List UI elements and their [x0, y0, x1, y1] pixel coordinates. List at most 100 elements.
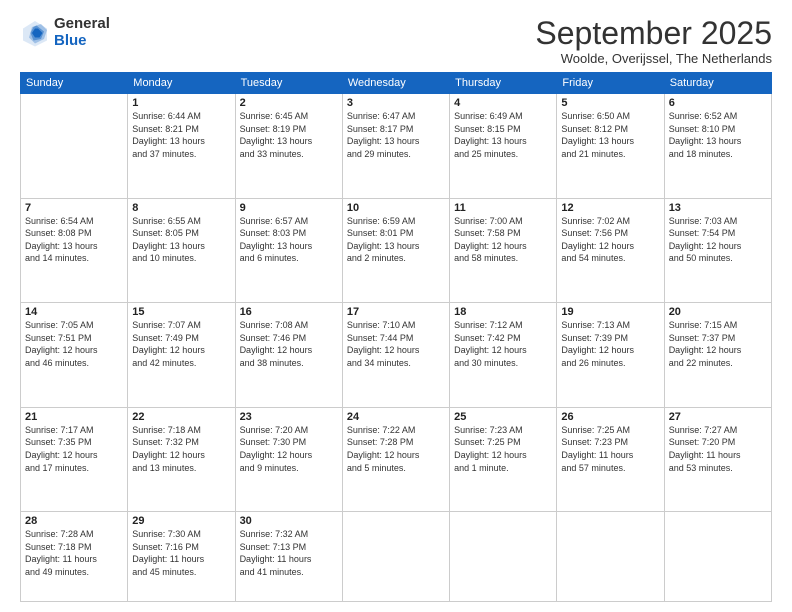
col-wednesday: Wednesday: [342, 73, 449, 94]
day-number: 3: [347, 97, 445, 109]
day-info: Sunrise: 7:30 AM Sunset: 7:16 PM Dayligh…: [132, 528, 230, 578]
day-number: 14: [25, 306, 123, 318]
table-row: 19Sunrise: 7:13 AM Sunset: 7:39 PM Dayli…: [557, 303, 664, 408]
table-row: 5Sunrise: 6:50 AM Sunset: 8:12 PM Daylig…: [557, 94, 664, 199]
day-info: Sunrise: 7:07 AM Sunset: 7:49 PM Dayligh…: [132, 319, 230, 369]
day-number: 26: [561, 411, 659, 423]
logo: General Blue: [20, 16, 110, 49]
table-row: 18Sunrise: 7:12 AM Sunset: 7:42 PM Dayli…: [450, 303, 557, 408]
day-info: Sunrise: 6:47 AM Sunset: 8:17 PM Dayligh…: [347, 110, 445, 160]
table-row: 11Sunrise: 7:00 AM Sunset: 7:58 PM Dayli…: [450, 198, 557, 303]
calendar-table: Sunday Monday Tuesday Wednesday Thursday…: [20, 72, 772, 602]
day-info: Sunrise: 7:10 AM Sunset: 7:44 PM Dayligh…: [347, 319, 445, 369]
table-row: 1Sunrise: 6:44 AM Sunset: 8:21 PM Daylig…: [128, 94, 235, 199]
table-row: 21Sunrise: 7:17 AM Sunset: 7:35 PM Dayli…: [21, 407, 128, 512]
day-number: 4: [454, 97, 552, 109]
table-row: 27Sunrise: 7:27 AM Sunset: 7:20 PM Dayli…: [664, 407, 771, 512]
day-info: Sunrise: 7:23 AM Sunset: 7:25 PM Dayligh…: [454, 424, 552, 474]
day-info: Sunrise: 7:25 AM Sunset: 7:23 PM Dayligh…: [561, 424, 659, 474]
table-row: [450, 512, 557, 602]
location-subtitle: Woolde, Overijssel, The Netherlands: [535, 51, 772, 66]
table-row: 22Sunrise: 7:18 AM Sunset: 7:32 PM Dayli…: [128, 407, 235, 512]
logo-blue-text: Blue: [54, 33, 110, 50]
logo-general-text: General: [54, 16, 110, 33]
table-row: 10Sunrise: 6:59 AM Sunset: 8:01 PM Dayli…: [342, 198, 449, 303]
day-number: 2: [240, 97, 338, 109]
col-monday: Monday: [128, 73, 235, 94]
day-number: 12: [561, 202, 659, 214]
logo-icon: [20, 18, 50, 48]
table-row: [342, 512, 449, 602]
day-info: Sunrise: 7:18 AM Sunset: 7:32 PM Dayligh…: [132, 424, 230, 474]
col-tuesday: Tuesday: [235, 73, 342, 94]
day-number: 17: [347, 306, 445, 318]
day-info: Sunrise: 7:17 AM Sunset: 7:35 PM Dayligh…: [25, 424, 123, 474]
day-info: Sunrise: 7:02 AM Sunset: 7:56 PM Dayligh…: [561, 215, 659, 265]
table-row: 2Sunrise: 6:45 AM Sunset: 8:19 PM Daylig…: [235, 94, 342, 199]
day-info: Sunrise: 6:49 AM Sunset: 8:15 PM Dayligh…: [454, 110, 552, 160]
table-row: 9Sunrise: 6:57 AM Sunset: 8:03 PM Daylig…: [235, 198, 342, 303]
table-row: 8Sunrise: 6:55 AM Sunset: 8:05 PM Daylig…: [128, 198, 235, 303]
day-number: 10: [347, 202, 445, 214]
table-row: 24Sunrise: 7:22 AM Sunset: 7:28 PM Dayli…: [342, 407, 449, 512]
table-row: [557, 512, 664, 602]
day-info: Sunrise: 7:13 AM Sunset: 7:39 PM Dayligh…: [561, 319, 659, 369]
day-info: Sunrise: 7:15 AM Sunset: 7:37 PM Dayligh…: [669, 319, 767, 369]
table-row: 13Sunrise: 7:03 AM Sunset: 7:54 PM Dayli…: [664, 198, 771, 303]
day-info: Sunrise: 6:44 AM Sunset: 8:21 PM Dayligh…: [132, 110, 230, 160]
table-row: 7Sunrise: 6:54 AM Sunset: 8:08 PM Daylig…: [21, 198, 128, 303]
table-row: [664, 512, 771, 602]
table-row: 29Sunrise: 7:30 AM Sunset: 7:16 PM Dayli…: [128, 512, 235, 602]
day-number: 9: [240, 202, 338, 214]
table-row: 20Sunrise: 7:15 AM Sunset: 7:37 PM Dayli…: [664, 303, 771, 408]
day-number: 21: [25, 411, 123, 423]
title-block: September 2025 Woolde, Overijssel, The N…: [535, 16, 772, 66]
day-number: 23: [240, 411, 338, 423]
table-row: 15Sunrise: 7:07 AM Sunset: 7:49 PM Dayli…: [128, 303, 235, 408]
day-info: Sunrise: 7:08 AM Sunset: 7:46 PM Dayligh…: [240, 319, 338, 369]
day-number: 20: [669, 306, 767, 318]
day-number: 29: [132, 515, 230, 527]
day-number: 28: [25, 515, 123, 527]
col-saturday: Saturday: [664, 73, 771, 94]
calendar-header-row: Sunday Monday Tuesday Wednesday Thursday…: [21, 73, 772, 94]
day-info: Sunrise: 6:52 AM Sunset: 8:10 PM Dayligh…: [669, 110, 767, 160]
day-info: Sunrise: 7:28 AM Sunset: 7:18 PM Dayligh…: [25, 528, 123, 578]
day-info: Sunrise: 6:54 AM Sunset: 8:08 PM Dayligh…: [25, 215, 123, 265]
table-row: 3Sunrise: 6:47 AM Sunset: 8:17 PM Daylig…: [342, 94, 449, 199]
day-info: Sunrise: 6:45 AM Sunset: 8:19 PM Dayligh…: [240, 110, 338, 160]
day-number: 8: [132, 202, 230, 214]
table-row: 17Sunrise: 7:10 AM Sunset: 7:44 PM Dayli…: [342, 303, 449, 408]
col-sunday: Sunday: [21, 73, 128, 94]
table-row: [21, 94, 128, 199]
day-info: Sunrise: 7:32 AM Sunset: 7:13 PM Dayligh…: [240, 528, 338, 578]
day-info: Sunrise: 7:12 AM Sunset: 7:42 PM Dayligh…: [454, 319, 552, 369]
table-row: 4Sunrise: 6:49 AM Sunset: 8:15 PM Daylig…: [450, 94, 557, 199]
day-number: 1: [132, 97, 230, 109]
col-thursday: Thursday: [450, 73, 557, 94]
table-row: 25Sunrise: 7:23 AM Sunset: 7:25 PM Dayli…: [450, 407, 557, 512]
day-number: 6: [669, 97, 767, 109]
day-info: Sunrise: 7:05 AM Sunset: 7:51 PM Dayligh…: [25, 319, 123, 369]
header: General Blue September 2025 Woolde, Over…: [20, 16, 772, 66]
day-number: 19: [561, 306, 659, 318]
day-number: 24: [347, 411, 445, 423]
day-number: 22: [132, 411, 230, 423]
table-row: 14Sunrise: 7:05 AM Sunset: 7:51 PM Dayli…: [21, 303, 128, 408]
day-number: 18: [454, 306, 552, 318]
day-info: Sunrise: 6:57 AM Sunset: 8:03 PM Dayligh…: [240, 215, 338, 265]
col-friday: Friday: [557, 73, 664, 94]
table-row: 26Sunrise: 7:25 AM Sunset: 7:23 PM Dayli…: [557, 407, 664, 512]
table-row: 23Sunrise: 7:20 AM Sunset: 7:30 PM Dayli…: [235, 407, 342, 512]
day-number: 30: [240, 515, 338, 527]
day-info: Sunrise: 7:22 AM Sunset: 7:28 PM Dayligh…: [347, 424, 445, 474]
day-number: 11: [454, 202, 552, 214]
day-number: 16: [240, 306, 338, 318]
table-row: 6Sunrise: 6:52 AM Sunset: 8:10 PM Daylig…: [664, 94, 771, 199]
day-number: 15: [132, 306, 230, 318]
day-number: 13: [669, 202, 767, 214]
table-row: 30Sunrise: 7:32 AM Sunset: 7:13 PM Dayli…: [235, 512, 342, 602]
month-title: September 2025: [535, 16, 772, 51]
day-number: 7: [25, 202, 123, 214]
day-info: Sunrise: 7:27 AM Sunset: 7:20 PM Dayligh…: [669, 424, 767, 474]
